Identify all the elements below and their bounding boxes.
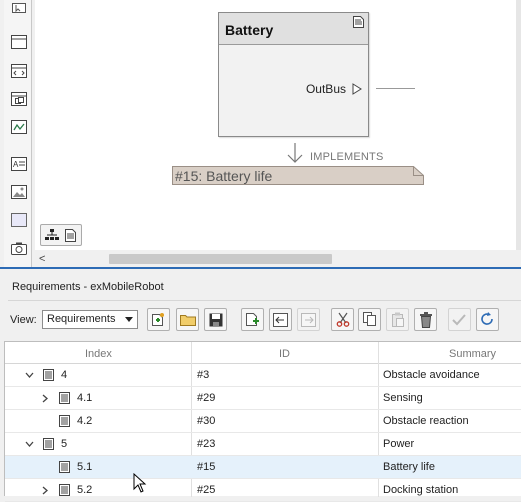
save-button[interactable] <box>204 308 227 331</box>
model-canvas-region: A Battery OutBus IMPLEMENTS #15: Battery… <box>0 0 521 269</box>
column-header-id[interactable]: ID <box>279 348 290 360</box>
tree-row[interactable]: 5.2 #25 Docking station <box>5 479 521 502</box>
view-label: View: <box>10 314 37 326</box>
chevron-right-icon[interactable] <box>41 394 50 406</box>
cell-summary: Power <box>383 438 415 450</box>
requirement-doc-icon <box>59 415 70 430</box>
cell-id: #30 <box>197 415 216 427</box>
hierarchy-icon[interactable] <box>45 229 59 244</box>
paste-button[interactable] <box>386 308 409 331</box>
requirements-tree: Index ID Summary 4 #3 Obstacle avoidance 4.… <box>4 341 521 502</box>
block-header: Battery <box>219 13 368 45</box>
cell-id: #23 <box>197 438 216 450</box>
cut-button[interactable] <box>331 308 354 331</box>
scroll-left-icon[interactable]: < <box>39 253 45 265</box>
link-status-button[interactable] <box>448 308 471 331</box>
mouse-cursor-icon <box>133 472 147 496</box>
cell-id: #15 <box>197 461 216 473</box>
model-canvas[interactable]: Battery OutBus IMPLEMENTS #15: Battery l… <box>35 0 521 250</box>
cell-summary: Obstacle reaction <box>383 415 469 427</box>
canvas-vertical-scrollbar[interactable] <box>516 0 521 250</box>
port-triangle-icon[interactable] <box>352 83 362 98</box>
tree-row[interactable]: 5.1 #15 Battery life <box>5 456 521 479</box>
divider <box>8 300 521 301</box>
chevron-down-icon <box>125 317 133 322</box>
copy-button[interactable] <box>358 308 381 331</box>
cell-summary: Obstacle avoidance <box>383 369 480 381</box>
cell-summary: Sensing <box>383 392 423 404</box>
add-link-button[interactable] <box>147 308 170 331</box>
refresh-button[interactable] <box>476 308 499 331</box>
tree-row[interactable]: 5 #23 Power <box>5 433 521 456</box>
cell-summary: Battery life <box>383 461 435 473</box>
tree-row[interactable]: 4.2 #30 Obstacle reaction <box>5 410 521 433</box>
scrollbar-thumb[interactable] <box>109 254 332 264</box>
cell-index: 5.1 <box>77 461 93 473</box>
document-icon[interactable] <box>65 229 76 245</box>
requirement-doc-icon <box>59 392 70 407</box>
cell-index: 5 <box>61 438 68 450</box>
view-dropdown[interactable]: Requirements <box>42 310 138 329</box>
image-icon[interactable] <box>10 184 27 199</box>
delete-button[interactable] <box>414 308 437 331</box>
cell-id: #25 <box>197 484 216 496</box>
chevron-down-icon[interactable] <box>25 371 34 383</box>
cell-summary: Docking station <box>383 484 459 496</box>
cell-id: #29 <box>197 392 216 404</box>
svg-text:A: A <box>13 160 19 169</box>
requirement-note-text: #15: Battery life <box>175 168 273 184</box>
column-header-summary[interactable]: Summary <box>449 348 496 360</box>
panel-title: Requirements - exMobileRobot <box>12 281 164 293</box>
cell-id: #3 <box>197 369 210 381</box>
demote-button[interactable] <box>297 308 320 331</box>
requirement-doc-icon <box>59 461 70 476</box>
block-title: Battery <box>225 22 274 38</box>
cell-index: 4.2 <box>77 415 93 427</box>
reference-icon[interactable] <box>10 91 27 106</box>
implements-label: IMPLEMENTS <box>310 151 384 163</box>
battery-block[interactable]: Battery OutBus <box>218 12 369 137</box>
cell-index: 5.2 <box>77 484 93 496</box>
cell-index: 4.1 <box>77 392 93 404</box>
chevron-down-icon[interactable] <box>25 440 34 452</box>
connector-line <box>376 88 415 89</box>
tree-row[interactable]: 4 #3 Obstacle avoidance <box>5 364 521 387</box>
area-select-icon[interactable] <box>10 0 27 15</box>
requirement-doc-icon <box>43 438 54 453</box>
port-label: OutBus <box>305 82 346 96</box>
subsystem-icon[interactable] <box>10 63 27 78</box>
chevron-right-icon[interactable] <box>41 486 50 498</box>
promote-button[interactable] <box>269 308 292 331</box>
annotation-icon[interactable]: A <box>10 156 27 171</box>
cell-index: 4 <box>61 369 68 381</box>
chart-icon[interactable] <box>10 119 27 134</box>
requirements-panel: Requirements - exMobileRobot View: Requi… <box>0 271 521 502</box>
open-folder-button[interactable] <box>176 308 199 331</box>
canvas-horizontal-scrollbar[interactable]: < <box>35 250 521 267</box>
area-icon[interactable] <box>10 34 27 49</box>
requirement-doc-icon <box>43 369 54 384</box>
box-icon[interactable] <box>10 212 27 227</box>
block-palette: A <box>4 0 32 267</box>
add-requirement-button[interactable] <box>241 308 264 331</box>
tree-header: Index ID Summary <box>5 342 521 364</box>
tree-row[interactable]: 4.1 #29 Sensing <box>5 387 521 410</box>
view-toggle[interactable] <box>40 224 82 246</box>
view-dropdown-value: Requirements <box>47 313 116 325</box>
requirement-link-icon[interactable] <box>353 16 364 31</box>
requirement-note[interactable]: #15: Battery life <box>172 166 424 185</box>
column-header-index[interactable]: Index <box>85 348 112 360</box>
camera-icon[interactable] <box>10 240 27 255</box>
implements-arrow-icon <box>286 142 304 167</box>
requirement-doc-icon <box>59 484 70 499</box>
